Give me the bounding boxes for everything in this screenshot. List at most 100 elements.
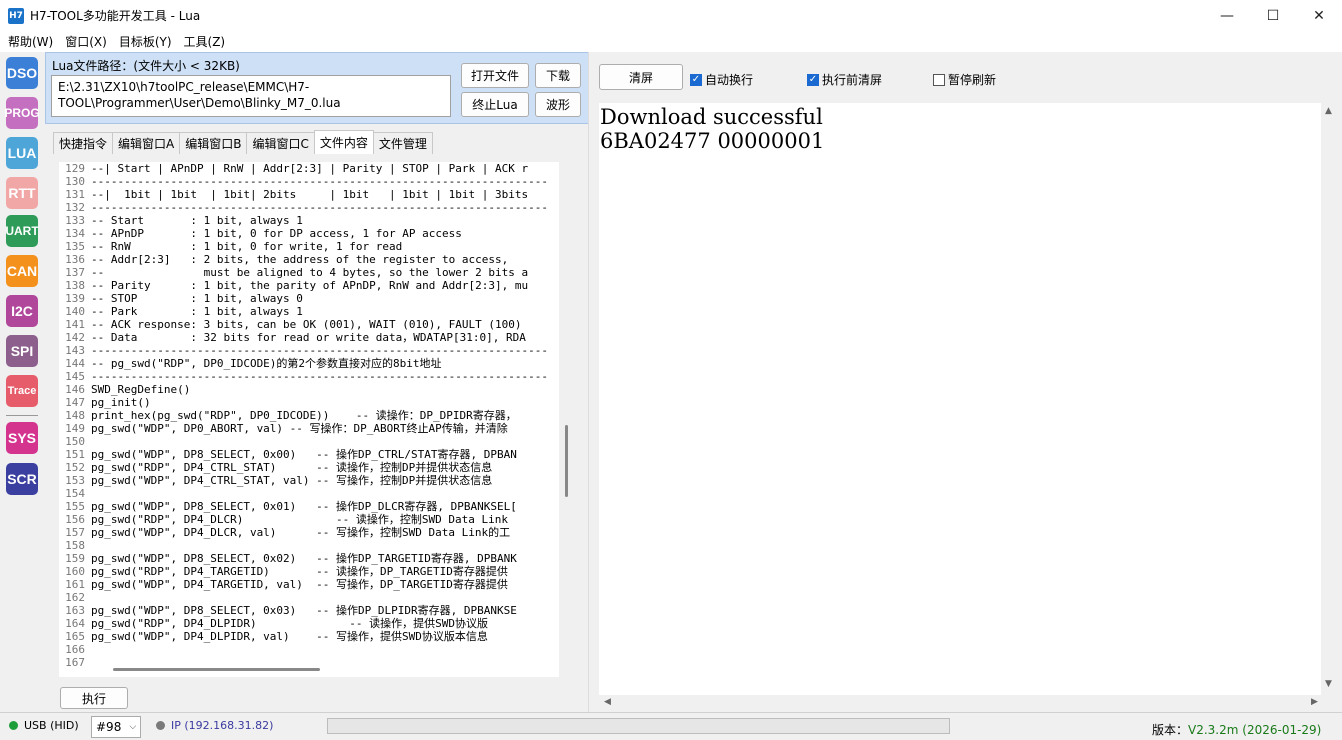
sidebar-item-dso[interactable]: DSO <box>6 57 38 89</box>
usb-status-label: USB (HID) <box>24 719 79 732</box>
menu-tools[interactable]: 工具(Z) <box>178 33 232 50</box>
clear-screen-button[interactable]: 清屏 <box>599 64 683 90</box>
code-line: 144 -- pg_swd("RDP", DP0_IDCODE)的第2个参数直接对… <box>59 357 559 370</box>
sidebar-item-rtt[interactable]: RTT <box>6 177 38 209</box>
code-line: 130 -------------------------------------… <box>59 175 559 188</box>
sidebar-item-can[interactable]: CAN <box>6 255 38 287</box>
line-text: pg_swd("WDP", DP0_ABORT, val) -- 写操作：DP_… <box>91 422 508 435</box>
menu-help[interactable]: 帮助(W) <box>2 33 59 50</box>
code-vertical-scroll-thumb[interactable] <box>565 425 568 497</box>
sidebar-item-sys[interactable]: SYS <box>6 422 38 454</box>
code-line: 151 pg_swd("WDP", DP8_SELECT, 0x00) -- 操作… <box>59 448 559 461</box>
auto-wrap-check-icon: ✓ <box>690 73 702 86</box>
line-number: 142 <box>65 331 85 344</box>
usb-status-dot-icon <box>9 721 18 730</box>
maximize-button[interactable]: ☐ <box>1250 0 1296 31</box>
scroll-up-icon[interactable]: ▲ <box>1325 106 1332 116</box>
line-number: 159 <box>65 552 85 565</box>
pause-refresh-checkbox[interactable]: 暂停刷新 <box>933 71 996 88</box>
line-text: pg_init() <box>91 396 151 409</box>
code-horizontal-scroll-thumb[interactable] <box>113 668 320 671</box>
code-line: 157 pg_swd("WDP", DP4_DLCR, val) -- 写操作，控… <box>59 526 559 539</box>
ip-status: IP (192.168.31.82) <box>156 719 273 732</box>
sidebar-item-spi[interactable]: SPI <box>6 335 38 367</box>
line-number: 160 <box>65 565 85 578</box>
download-button[interactable]: 下载 <box>535 63 581 88</box>
line-text: pg_swd("WDP", DP4_CTRL_STAT, val) -- 写操作… <box>91 474 493 487</box>
status-bar: USB (HID) #98 ⌵ IP (192.168.31.82) 版本： V… <box>0 712 1342 740</box>
line-text: ----------------------------------------… <box>91 175 548 188</box>
open-file-button[interactable]: 打开文件 <box>461 63 529 88</box>
code-line: 155 pg_swd("WDP", DP8_SELECT, 0x01) -- 操作… <box>59 500 559 513</box>
code-line: 140 -- Park : 1 bit, always 1 <box>59 305 559 318</box>
line-text: pg_swd("RDP", DP4_TARGETID) -- 读操作，DP_TA… <box>91 565 508 578</box>
code-line: 165 pg_swd("WDP", DP4_DLPIDR, val) -- 写操作… <box>59 630 559 643</box>
line-text: SWD_RegDefine() <box>91 383 191 396</box>
sidebar-item-prog[interactable]: PROG <box>4 97 40 129</box>
waveform-button[interactable]: 波形 <box>535 92 581 117</box>
clear-before-run-checkbox[interactable]: ✓ 执行前清屏 <box>807 71 882 88</box>
code-line: 131 --| 1bit | 1bit | 1bit| 2bits | 1bit … <box>59 188 559 201</box>
close-button[interactable]: ✕ <box>1296 0 1342 31</box>
scroll-right-icon[interactable]: ▶ <box>1311 697 1318 707</box>
tab-edit-b[interactable]: 编辑窗口B <box>179 132 248 154</box>
tab-edit-c[interactable]: 编辑窗口C <box>246 132 315 154</box>
code-line: 162 <box>59 591 559 604</box>
auto-wrap-checkbox[interactable]: ✓ 自动换行 <box>690 71 753 88</box>
version-info: 版本： V2.3.2m (2026-01-29) <box>1152 721 1321 738</box>
chevron-down-icon: ⌵ <box>129 722 137 732</box>
tab-file-content[interactable]: 文件内容 <box>313 130 374 154</box>
ip-status-label: IP (192.168.31.82) <box>171 719 274 732</box>
sidebar-item-scr[interactable]: SCR <box>6 463 38 495</box>
code-vertical-scrollbar[interactable] <box>563 162 571 677</box>
code-line: 145 -------------------------------------… <box>59 370 559 383</box>
line-number: 166 <box>65 643 85 656</box>
output-console[interactable]: Download successful 6BA02477 00000001 <box>599 103 1321 695</box>
tab-edit-a[interactable]: 编辑窗口A <box>112 132 181 154</box>
sidebar-item-uart[interactable]: UART <box>5 215 39 247</box>
sidebar-item-i2c[interactable]: I2C <box>6 295 38 327</box>
line-number: 140 <box>65 305 85 318</box>
line-text: -- RnW : 1 bit, 0 for write, 1 for read <box>91 240 403 253</box>
code-line: 152 pg_swd("RDP", DP4_CTRL_STAT) -- 读操作，控… <box>59 461 559 474</box>
stop-lua-button[interactable]: 终止Lua <box>461 92 529 117</box>
sidebar-item-trace[interactable]: Trace <box>6 375 38 407</box>
line-text: ----------------------------------------… <box>91 201 548 214</box>
line-number: 163 <box>65 604 85 617</box>
line-text: -- APnDP : 1 bit, 0 for DP access, 1 for… <box>91 227 462 240</box>
code-line: 136 -- Addr[2:3] : 2 bits, the address of… <box>59 253 559 266</box>
line-text: pg_swd("WDP", DP8_SELECT, 0x00) -- 操作DP_… <box>91 448 517 461</box>
line-text: -- Park : 1 bit, always 1 <box>91 305 303 318</box>
output-vertical-scrollbar[interactable]: ▲ ▼ <box>1322 103 1336 695</box>
line-number: 129 <box>65 162 85 175</box>
line-text: --| Start | APnDP | RnW | Addr[2:3] | Pa… <box>91 162 529 175</box>
version-label: 版本： <box>1152 723 1189 737</box>
menu-window[interactable]: 窗口(X) <box>59 33 113 50</box>
sidebar-item-lua[interactable]: LUA <box>6 137 38 169</box>
line-number: 167 <box>65 656 85 669</box>
execute-button[interactable]: 执行 <box>60 687 128 709</box>
line-number: 165 <box>65 630 85 643</box>
code-line: 141 -- ACK response: 3 bits, can be OK (0… <box>59 318 559 331</box>
sidebar-separator <box>6 415 38 416</box>
menu-target-board[interactable]: 目标板(Y) <box>113 33 178 50</box>
code-line: 146 SWD_RegDefine() <box>59 383 559 396</box>
code-line: 139 -- STOP : 1 bit, always 0 <box>59 292 559 305</box>
lua-path-label: Lua文件路径：(文件大小 < 32KB) <box>52 59 240 73</box>
window-controls: — ☐ ✕ <box>1204 0 1342 31</box>
scroll-left-icon[interactable]: ◀ <box>604 697 611 707</box>
device-select[interactable]: #98 ⌵ <box>91 716 141 738</box>
line-number: 137 <box>65 266 85 279</box>
code-line: 133 -- Start : 1 bit, always 1 <box>59 214 559 227</box>
panel-divider[interactable] <box>588 52 589 712</box>
line-text: -- Addr[2:3] : 2 bits, the address of th… <box>91 253 509 266</box>
lua-path-field[interactable]: E:\2.31\ZX10\h7toolPC_release\EMMC\H7-TO… <box>51 75 451 117</box>
tab-quick-commands[interactable]: 快捷指令 <box>53 132 114 154</box>
line-text: pg_swd("WDP", DP8_SELECT, 0x01) -- 操作DP_… <box>91 500 517 513</box>
output-line: 6BA02477 00000001 <box>600 129 825 153</box>
tab-file-manager[interactable]: 文件管理 <box>372 132 433 154</box>
minimize-button[interactable]: — <box>1204 0 1250 31</box>
line-number: 136 <box>65 253 85 266</box>
scroll-down-icon[interactable]: ▼ <box>1325 679 1332 689</box>
code-viewer[interactable]: 129 --| Start | APnDP | RnW | Addr[2:3] |… <box>59 162 559 677</box>
